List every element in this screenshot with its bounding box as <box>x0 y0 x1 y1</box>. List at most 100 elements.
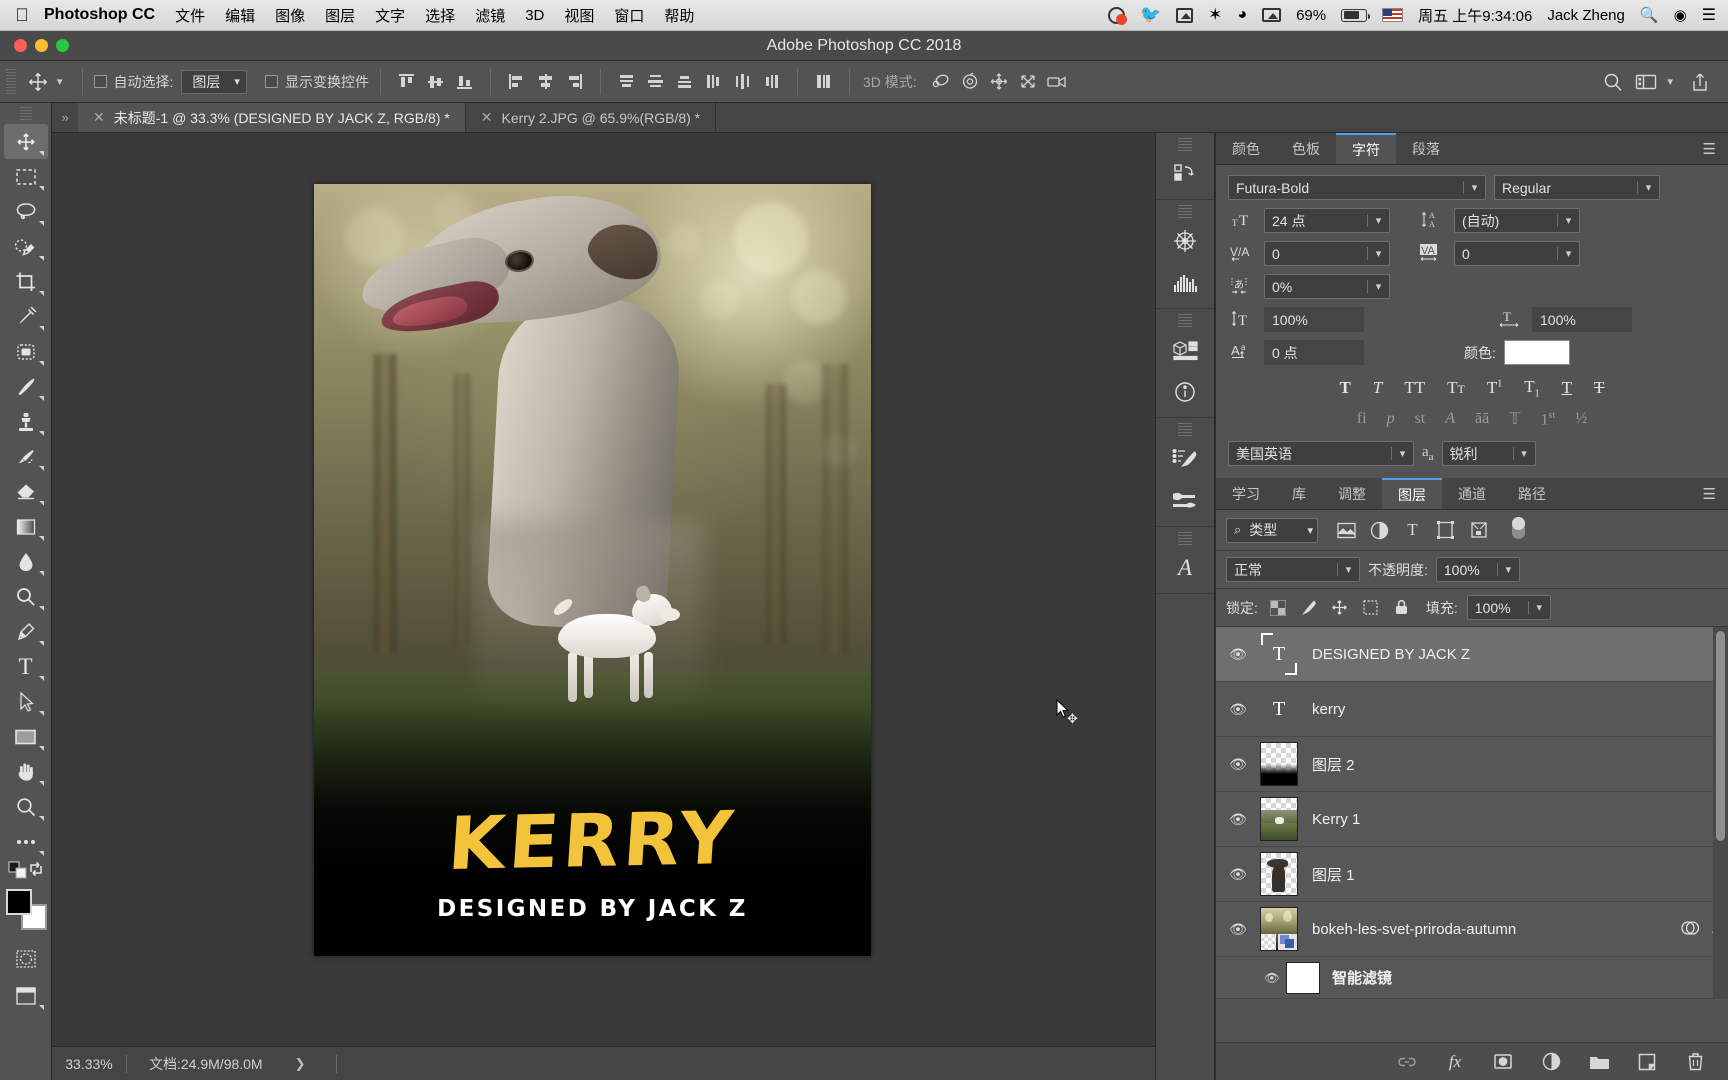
chevron-down-icon[interactable]: ▾ <box>1637 181 1659 194</box>
menu-filter[interactable]: 滤镜 <box>475 5 505 26</box>
dock-grip[interactable] <box>1178 532 1192 545</box>
auto-select-checkbox[interactable] <box>93 75 107 88</box>
pen-tool[interactable] <box>4 614 48 649</box>
layer-row-layer-2[interactable]: 👁 图层 2 <box>1216 737 1728 793</box>
layer-thumbnail[interactable] <box>1260 907 1298 952</box>
tab-layers[interactable]: 图层 <box>1382 478 1442 510</box>
layer-visibility-icon[interactable]: 👁 <box>1216 646 1260 663</box>
battery-icon[interactable] <box>1341 8 1371 22</box>
info-icon[interactable] <box>1156 371 1214 413</box>
baseline-shift-input[interactable]: 0 点 <box>1264 340 1364 365</box>
chevron-down-icon[interactable]: ▾ <box>1367 247 1389 260</box>
close-icon[interactable]: ✕ <box>481 109 493 126</box>
font-family-dropdown[interactable]: Futura-Bold ▾ <box>1228 175 1486 200</box>
layer-visibility-icon[interactable]: 👁 <box>1216 866 1260 883</box>
path-selection-tool[interactable] <box>4 684 48 719</box>
clone-stamp-tool[interactable] <box>4 404 48 439</box>
chevron-down-icon[interactable]: ▾ <box>1367 214 1389 227</box>
move-tool[interactable] <box>3 124 48 159</box>
chevron-right-icon[interactable]: ❯ <box>263 1056 306 1072</box>
panel-menu-icon[interactable]: ☰ <box>1703 478 1728 509</box>
tab-paragraph[interactable]: 段落 <box>1396 133 1456 164</box>
bluetooth-icon[interactable]: ✶ <box>1208 5 1222 25</box>
tab-channels[interactable]: 通道 <box>1442 478 1502 509</box>
tab-adjustments[interactable]: 调整 <box>1322 478 1382 509</box>
filter-adjustment-icon[interactable] <box>1363 517 1396 543</box>
distribute-top-edges-icon[interactable] <box>612 68 641 96</box>
brush-tool[interactable] <box>4 369 48 404</box>
align-left-edges-icon[interactable] <box>502 68 531 96</box>
layer-thumbnail[interactable] <box>1260 852 1298 897</box>
lock-image-pixels-icon[interactable] <box>1298 597 1320 619</box>
chevron-down-icon[interactable]: ▾ <box>1367 280 1389 293</box>
layer-name[interactable]: Kerry 1 <box>1312 811 1728 828</box>
horizontal-scale-input[interactable]: 100% <box>1532 307 1632 332</box>
layer-visibility-icon[interactable]: 👁 <box>1216 921 1260 938</box>
eraser-tool[interactable] <box>4 474 48 509</box>
layer-thumbnail[interactable]: T <box>1260 687 1298 731</box>
edit-toolbar-button[interactable] <box>4 824 48 859</box>
airplay-icon[interactable] <box>1262 8 1282 22</box>
tab-learn[interactable]: 学习 <box>1216 478 1276 509</box>
strikethrough-icon[interactable]: T <box>1594 378 1604 398</box>
foreground-color-swatch[interactable] <box>5 889 32 915</box>
panel-menu-icon[interactable]: ☰ <box>1703 133 1728 164</box>
smart-filter-row[interactable]: 👁 智能滤镜 <box>1216 957 1728 1000</box>
lock-all-icon[interactable] <box>1391 597 1413 619</box>
filter-pixel-icon[interactable] <box>1330 517 1363 543</box>
contextual-alternates-icon[interactable]: р <box>1387 410 1395 428</box>
menu-view[interactable]: 视图 <box>564 5 594 26</box>
layer-row-kerry[interactable]: 👁 T kerry <box>1216 682 1728 738</box>
quick-selection-tool[interactable] <box>4 229 48 264</box>
blur-tool[interactable] <box>4 544 48 579</box>
document-tab-untitled-1[interactable]: ✕ 未标题-1 @ 33.3% (DESIGNED BY JACK Z, RGB… <box>78 103 466 132</box>
leading-input[interactable]: (自动) ▾ <box>1454 208 1580 233</box>
align-bottom-edges-icon[interactable] <box>450 68 479 96</box>
distribute-right-edges-icon[interactable] <box>757 68 786 96</box>
histogram-icon[interactable] <box>1156 262 1214 304</box>
chevron-down-icon[interactable]: ▾ <box>1391 447 1413 461</box>
user-name[interactable]: Jack Zheng <box>1547 7 1625 24</box>
rectangle-tool[interactable] <box>4 719 48 754</box>
layer-thumbnail[interactable] <box>1260 742 1298 787</box>
move-tool-icon[interactable] <box>22 67 54 97</box>
chevron-down-icon[interactable]: ▾ <box>1557 214 1579 227</box>
menu-type[interactable]: 文字 <box>375 5 405 26</box>
tab-paths[interactable]: 路径 <box>1502 478 1562 509</box>
fill-input[interactable]: 100% ▾ <box>1466 595 1551 621</box>
input-language-flag-icon[interactable] <box>1382 8 1404 22</box>
smart-filter-visibility-icon[interactable]: 👁 <box>1258 971 1286 985</box>
dock-grip[interactable] <box>1178 138 1192 151</box>
menu-layer[interactable]: 图层 <box>325 5 355 26</box>
document-tab-kerry-2[interactable]: ✕ Kerry 2.JPG @ 65.9%(RGB/8) * <box>465 103 717 132</box>
hand-tool[interactable] <box>4 754 48 789</box>
menu-3d[interactable]: 3D <box>525 7 544 24</box>
close-icon[interactable]: ✕ <box>93 109 105 126</box>
font-style-dropdown[interactable]: Regular ▾ <box>1494 175 1660 200</box>
menu-help[interactable]: 帮助 <box>664 5 694 26</box>
layer-name[interactable]: bokeh-les-svet-priroda-autumn <box>1312 921 1680 938</box>
new-fill-adjustment-icon[interactable] <box>1540 1051 1562 1073</box>
screen-mode-button[interactable] <box>4 978 48 1013</box>
lock-position-icon[interactable] <box>1329 597 1351 619</box>
quick-mask-mode-button[interactable] <box>4 941 48 976</box>
chevron-down-icon[interactable]: ▾ <box>1337 563 1359 577</box>
dock-grip[interactable] <box>1178 423 1192 436</box>
delete-layer-icon[interactable] <box>1684 1051 1706 1073</box>
history-brush-tool[interactable] <box>4 439 48 474</box>
add-layer-style-icon[interactable]: fx <box>1444 1051 1466 1073</box>
align-horizontal-centers-icon[interactable] <box>531 68 560 96</box>
siri-icon[interactable]: ◉ <box>1674 6 1687 24</box>
ordinals-icon[interactable]: 1st <box>1541 410 1556 429</box>
zoom-level[interactable]: 33.33% <box>52 1056 126 1072</box>
tab-color[interactable]: 颜色 <box>1216 133 1276 164</box>
blend-mode-dropdown[interactable]: 正常 ▾ <box>1226 557 1360 583</box>
align-vertical-centers-icon[interactable] <box>421 68 450 96</box>
layer-list-scrollbar-track[interactable] <box>1713 627 1728 1000</box>
notification-center-icon[interactable]: ☰ <box>1702 5 1716 25</box>
menu-window[interactable]: 窗口 <box>614 5 644 26</box>
vertical-scale-input[interactable]: 100% <box>1264 307 1364 332</box>
menu-file[interactable]: 文件 <box>175 5 205 26</box>
menu-edit[interactable]: 编辑 <box>225 5 255 26</box>
brush-settings-icon[interactable] <box>1156 438 1214 480</box>
